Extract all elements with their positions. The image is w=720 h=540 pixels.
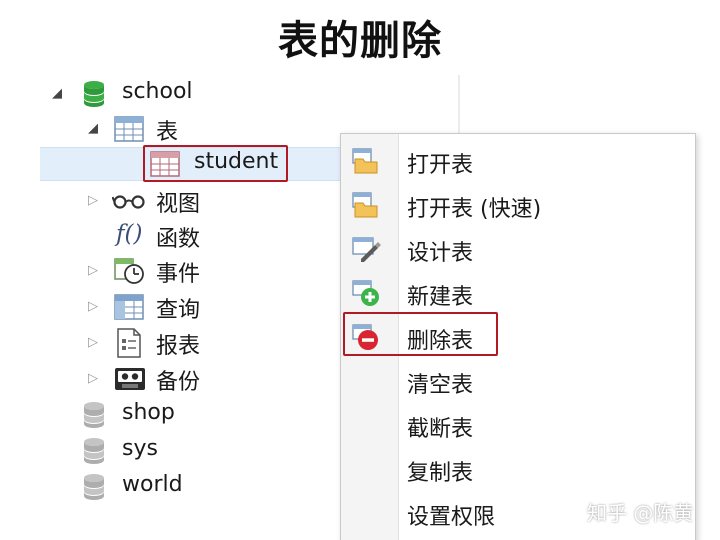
collapse-arrow-icon[interactable]: ▷ — [86, 194, 100, 208]
menu-item-label: 设置权限 — [407, 505, 496, 530]
open-table-fast-icon — [352, 192, 378, 218]
tree-item-shop[interactable]: shop — [40, 398, 340, 432]
menu-item-label: 清空表 — [407, 373, 474, 398]
tree-item-backups[interactable]: ▷ 备份 — [40, 362, 340, 396]
tree-label: 视图 — [156, 192, 201, 217]
menu-item-label: 打开表 — [407, 153, 474, 178]
events-clock-icon — [114, 258, 144, 284]
tree-label: sys — [122, 436, 158, 461]
views-glasses-icon — [112, 195, 145, 209]
tree-label: student — [194, 149, 279, 174]
tree-label: world — [122, 472, 183, 497]
tree-item-functions[interactable]: f() 函数 — [40, 219, 340, 253]
menu-item-open-table[interactable]: 打开表 — [341, 139, 697, 183]
database-icon — [84, 81, 104, 107]
menu-item-new-table[interactable]: 新建表 — [341, 271, 697, 315]
page-title: 表的删除 — [278, 18, 442, 64]
collapse-arrow-icon[interactable]: ▷ — [86, 264, 100, 278]
collapse-arrow-icon[interactable]: ▷ — [86, 372, 100, 386]
function-icon: f() — [116, 221, 143, 247]
tree-label: school — [122, 79, 193, 104]
backup-tape-icon — [115, 368, 145, 390]
expand-arrow-icon[interactable]: ◢ — [50, 87, 64, 101]
menu-item-label: 截断表 — [407, 417, 474, 442]
menu-item-open-table-fast[interactable]: 打开表 (快速) — [341, 183, 697, 227]
tree-item-sys[interactable]: sys — [40, 434, 340, 468]
expand-arrow-icon[interactable]: ◢ — [86, 122, 100, 136]
menu-item-label: 设计表 — [407, 241, 474, 266]
tables-folder-icon — [114, 116, 144, 142]
tree-item-views[interactable]: ▷ 视图 — [40, 184, 340, 218]
database-icon — [84, 474, 104, 500]
tree-label: 事件 — [156, 262, 201, 287]
collapse-arrow-icon[interactable]: ▷ — [86, 336, 100, 350]
menu-item-empty-table[interactable]: 清空表 — [341, 359, 697, 403]
design-table-icon — [352, 237, 381, 262]
menu-item-truncate-table[interactable]: 截断表 — [341, 403, 697, 447]
query-icon — [114, 294, 144, 320]
new-table-icon — [352, 280, 379, 306]
tree-label: 表 — [156, 120, 179, 145]
tree-label: 查询 — [156, 298, 201, 323]
menu-item-design-table[interactable]: 设计表 — [341, 227, 697, 271]
tree-label: 备份 — [156, 370, 201, 395]
report-icon — [117, 328, 141, 358]
menu-item-label: 复制表 — [407, 461, 474, 486]
tree-label: 函数 — [156, 227, 201, 252]
open-table-icon — [352, 148, 378, 174]
tree-item-world[interactable]: world — [40, 470, 340, 504]
tree-item-school[interactable]: ◢ school — [40, 77, 340, 111]
menu-item-label: 新建表 — [407, 285, 474, 310]
tree-label: 报表 — [156, 334, 201, 359]
tree-item-student[interactable]: student — [40, 147, 340, 181]
database-icon — [84, 402, 104, 428]
menu-item-duplicate-table[interactable]: 复制表 — [341, 447, 697, 491]
tree-item-queries[interactable]: ▷ 查询 — [40, 290, 340, 324]
table-icon — [150, 151, 180, 177]
tree-item-events[interactable]: ▷ 事件 — [40, 254, 340, 288]
tree-item-reports[interactable]: ▷ 报表 — [40, 326, 340, 360]
tree-item-tables[interactable]: ◢ 表 — [40, 112, 340, 146]
menu-item-label: 打开表 (快速) — [407, 197, 542, 222]
panel-divider — [458, 75, 460, 135]
delete-table-highlight-box — [343, 312, 498, 356]
watermark: 知乎 @陈黄 — [587, 501, 694, 525]
tree-label: shop — [122, 400, 175, 425]
collapse-arrow-icon[interactable]: ▷ — [86, 300, 100, 314]
database-icon — [84, 438, 104, 464]
